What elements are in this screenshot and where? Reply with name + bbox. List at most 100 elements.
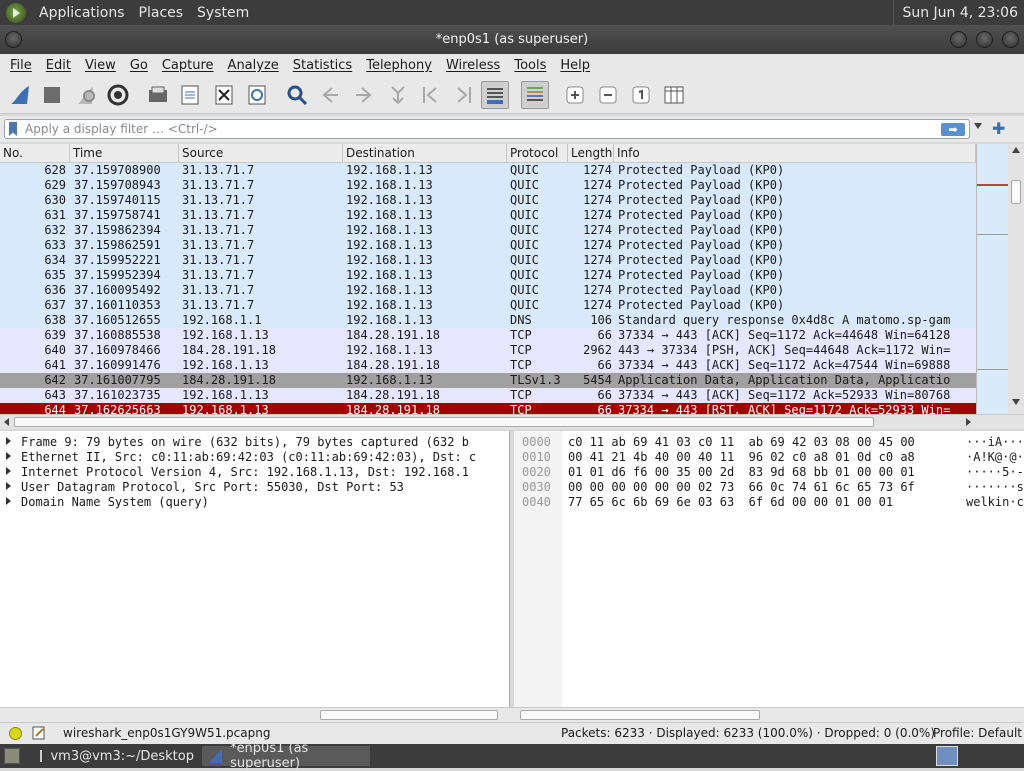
menu-analyze[interactable]: Analyze [221, 58, 286, 73]
packet-row[interactable]: 628 37.159708900 31.13.71.7 192.168.1.13 QUI… [0, 163, 976, 178]
packet-row[interactable]: 632 37.159862394 31.13.71.7 192.168.1.13 QUI… [0, 223, 976, 238]
packet-row[interactable]: 636 37.160095492 31.13.71.7 192.168.1.13 QUI… [0, 283, 976, 298]
col-header-time[interactable]: Time [70, 144, 179, 162]
packet-row[interactable]: 640 37.160978466 184.28.191.18 192.168.1.13… [0, 343, 976, 358]
scroll-left-icon[interactable] [4, 418, 9, 426]
detail-row-ip[interactable]: Internet Protocol Version 4, Src: 192.16… [0, 465, 509, 480]
distro-logo-icon[interactable] [6, 2, 26, 23]
packet-bytes-pane[interactable]: 0000 c0 11 ab 69 41 03 c0 11 ab 69 42 03 … [514, 431, 1024, 707]
scroll-down-icon[interactable] [1012, 399, 1020, 405]
reload-file-icon[interactable] [243, 81, 271, 109]
scroll-up-icon[interactable] [1012, 147, 1020, 153]
bytes-row[interactable]: 0030 00 00 00 00 00 00 02 73 66 0c 74 61 … [514, 480, 1024, 495]
start-capture-icon[interactable] [6, 81, 34, 109]
packet-row[interactable]: 639 37.160885538 192.168.1.13 184.28.191.18… [0, 328, 976, 343]
colorize-icon[interactable] [521, 81, 549, 109]
last-packet-icon[interactable] [449, 81, 477, 109]
packet-row[interactable]: 629 37.159708943 31.13.71.7 192.168.1.13 QUI… [0, 178, 976, 193]
col-header-source[interactable]: Source [179, 144, 343, 162]
packet-details-pane[interactable]: Frame 9: 79 bytes on wire (632 bits), 79… [0, 431, 510, 707]
packet-row-selected[interactable]: 642 37.161007795 184.28.191.18 192.168.1.13… [0, 373, 976, 388]
expand-arrow-icon[interactable] [6, 437, 11, 445]
menu-edit[interactable]: Edit [39, 58, 78, 73]
find-packet-icon[interactable] [283, 81, 311, 109]
expand-arrow-icon[interactable] [6, 482, 11, 490]
go-forward-icon[interactable] [350, 81, 378, 109]
packet-list-vscrollbar[interactable] [1008, 144, 1024, 414]
auto-scroll-icon[interactable] [481, 81, 509, 109]
clock[interactable]: Sun Jun 4, 23:06 [893, 0, 1018, 25]
display-filter-input[interactable]: Apply a display filter … <Ctrl-/> ➡ [4, 119, 970, 139]
task-terminal[interactable]: vm3@vm3:~/Desktop [34, 746, 200, 766]
window-menu-icon[interactable] [5, 31, 22, 48]
detail-row-udp[interactable]: User Datagram Protocol, Src Port: 55030,… [0, 480, 509, 495]
packet-row[interactable]: 641 37.160991476 192.168.1.13 184.28.191.18… [0, 358, 976, 373]
bytes-row[interactable]: 0020 01 01 d6 f6 00 35 00 2d 83 9d 68 bb … [514, 465, 1024, 480]
vscroll-thumb[interactable] [1011, 180, 1021, 204]
menu-help[interactable]: Help [553, 58, 597, 73]
profile-label[interactable]: Profile: Default [933, 726, 1022, 740]
go-to-packet-icon[interactable] [384, 81, 412, 109]
capture-comment-icon[interactable] [32, 726, 46, 740]
packet-minimap[interactable] [976, 144, 1009, 414]
menu-statistics[interactable]: Statistics [286, 58, 359, 73]
zoom-in-icon[interactable] [561, 81, 589, 109]
bytes-hscroll-thumb[interactable] [520, 710, 760, 720]
restart-capture-icon[interactable] [72, 81, 100, 109]
expert-info-icon[interactable] [9, 727, 22, 740]
task-wireshark[interactable]: *enp0s1 (as superuser) [202, 741, 370, 771]
menu-tools[interactable]: Tools [507, 58, 553, 73]
zoom-out-icon[interactable] [594, 81, 622, 109]
packet-row[interactable]: 637 37.160110353 31.13.71.7 192.168.1.13 QUI… [0, 298, 976, 313]
col-header-info[interactable]: Info [614, 144, 976, 162]
resize-columns-icon[interactable] [660, 81, 688, 109]
save-file-icon[interactable] [176, 81, 204, 109]
bytes-row[interactable]: 0000 c0 11 ab 69 41 03 c0 11 ab 69 42 03 … [514, 435, 1024, 450]
expand-arrow-icon[interactable] [6, 497, 11, 505]
bytes-row[interactable]: 0010 00 41 21 4b 40 00 40 11 96 02 c0 a8 … [514, 450, 1024, 465]
system-menu[interactable]: System [190, 5, 256, 21]
menu-go[interactable]: Go [123, 58, 155, 73]
packet-row[interactable]: 634 37.159952221 31.13.71.7 192.168.1.13 QUI… [0, 253, 976, 268]
add-filter-button-icon[interactable]: ✚ [992, 119, 1005, 138]
expand-arrow-icon[interactable] [6, 452, 11, 460]
col-header-length[interactable]: Length [568, 144, 614, 162]
first-packet-icon[interactable] [417, 81, 445, 109]
packet-row[interactable]: 631 37.159758741 31.13.71.7 192.168.1.13 QUI… [0, 208, 976, 223]
packet-row[interactable]: 644 37.162625663 192.168.1.13 184.28.191.18… [0, 403, 976, 414]
detail-row-ethernet[interactable]: Ethernet II, Src: c0:11:ab:69:42:03 (c0:… [0, 450, 509, 465]
capture-options-icon[interactable] [104, 81, 132, 109]
packet-list[interactable]: No. Time Source Destination Protocol Len… [0, 144, 976, 414]
menu-view[interactable]: View [78, 58, 123, 73]
window-titlebar[interactable]: *enp0s1 (as superuser) [0, 25, 1024, 54]
col-header-no[interactable]: No. [0, 144, 70, 162]
col-header-destination[interactable]: Destination [343, 144, 507, 162]
scroll-right-icon[interactable] [966, 418, 971, 426]
menu-wireless[interactable]: Wireless [439, 58, 507, 73]
menu-capture[interactable]: Capture [155, 58, 221, 73]
bytes-row[interactable]: 0040 77 65 6c 6b 69 6e 03 63 6f 6d 00 00 … [514, 495, 1024, 510]
details-hscroll-thumb[interactable] [320, 710, 498, 720]
menu-file[interactable]: File [0, 58, 39, 73]
normal-size-icon[interactable] [627, 81, 655, 109]
packet-row[interactable]: 643 37.161023735 192.168.1.13 184.28.191.18… [0, 388, 976, 403]
menu-telephony[interactable]: Telephony [359, 58, 439, 73]
filter-history-dropdown-icon[interactable] [974, 123, 982, 129]
apply-filter-icon[interactable]: ➡ [941, 123, 965, 136]
packet-row[interactable]: 638 37.160512655 192.168.1.1 192.168.1.13 DN… [0, 313, 976, 328]
close-file-icon[interactable] [210, 81, 238, 109]
packet-row[interactable]: 635 37.159952394 31.13.71.7 192.168.1.13 QUI… [0, 268, 976, 283]
show-desktop-icon[interactable] [4, 748, 20, 764]
detail-row-dns[interactable]: Domain Name System (query) [0, 495, 509, 510]
hscroll-thumb[interactable] [14, 417, 874, 427]
close-icon[interactable] [1002, 31, 1019, 48]
stop-capture-icon[interactable] [38, 81, 66, 109]
packet-row[interactable]: 633 37.159862591 31.13.71.7 192.168.1.13 QUI… [0, 238, 976, 253]
places-menu[interactable]: Places [132, 5, 191, 21]
workspace-switcher-icon[interactable] [936, 746, 958, 766]
col-header-protocol[interactable]: Protocol [507, 144, 568, 162]
maximize-icon[interactable] [976, 31, 993, 48]
detail-row-frame[interactable]: Frame 9: 79 bytes on wire (632 bits), 79… [0, 435, 509, 450]
minimize-icon[interactable] [950, 31, 967, 48]
go-back-icon[interactable] [316, 81, 344, 109]
